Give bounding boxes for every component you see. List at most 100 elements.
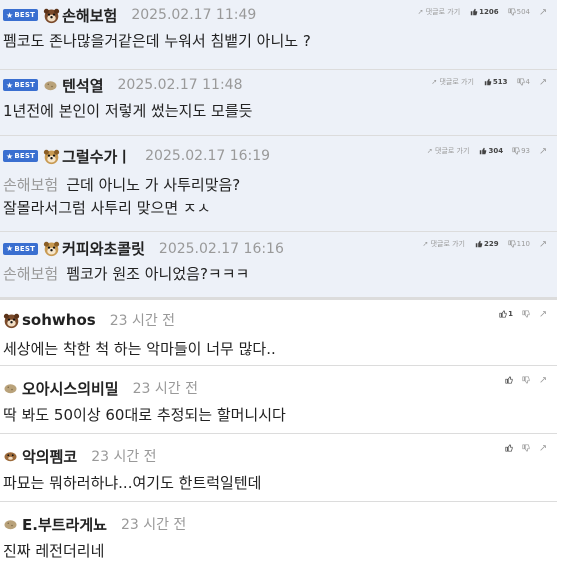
best-badge: ★ BEST bbox=[3, 9, 39, 21]
downvote-count: 93 bbox=[521, 147, 530, 155]
go-to-comment-link[interactable]: ➚ 댓글로 가기 bbox=[418, 7, 461, 17]
thumbs-down-icon[interactable] bbox=[522, 310, 530, 318]
best-badge: ★ BEST bbox=[3, 242, 39, 255]
go-to-comment-link[interactable]: ➚ 댓글로 가기 bbox=[431, 77, 474, 87]
thumbs-down-icon[interactable] bbox=[508, 240, 516, 248]
link-icon[interactable] bbox=[539, 8, 547, 16]
comment-body: 손해보험 펨코가 원조 아니었음?ㅋㅋㅋ bbox=[0, 263, 557, 296]
best-badge: ★ BEST bbox=[3, 150, 39, 162]
comment-body: 진짜 레전더리네 bbox=[0, 540, 557, 573]
comment-date: 2025.02.17 16:16 bbox=[158, 240, 284, 257]
best-comment: ★ BEST 텐석열 2025.02.17 11:48 ➚ 댓글로 가기 513 … bbox=[0, 70, 557, 136]
comment-body: 딱 봐도 50이상 60대로 추정되는 할머니시다 bbox=[0, 404, 557, 437]
comment-text: 파묘는 뭐하러하냐...여기도 한트럭일텐데 bbox=[3, 474, 262, 492]
comment-header: sohwhos 23 시간 전 bbox=[0, 300, 557, 336]
dog-face-icon bbox=[3, 313, 20, 328]
star-icon: ★ bbox=[6, 244, 14, 253]
comment-date: 2025.02.17 11:49 bbox=[131, 7, 257, 23]
upvote-count: 229 bbox=[484, 240, 499, 248]
comment-text: 세상에는 착한 척 하는 악마들이 너무 많다.. bbox=[3, 340, 276, 358]
thumbs-up-icon[interactable] bbox=[499, 310, 507, 318]
thumbs-up-icon[interactable] bbox=[484, 78, 492, 86]
comment-text: 펨코도 존나많을거같은데 누워서 침뱉기 아니노 ? bbox=[3, 32, 311, 50]
comment-header: 오아시스의비밀 23 시간 전 bbox=[0, 366, 557, 404]
comment-text-line: 손해보험 펨코가 원조 아니었음?ㅋㅋㅋ bbox=[3, 265, 250, 283]
thumbs-down-icon[interactable] bbox=[508, 8, 516, 16]
thumbs-up-icon[interactable] bbox=[475, 240, 483, 248]
potato-icon bbox=[4, 384, 17, 394]
comment-date: 23 시간 전 bbox=[91, 449, 157, 465]
comment-date: 23 시간 전 bbox=[109, 313, 176, 329]
star-icon: ★ bbox=[6, 10, 14, 20]
comment: 악의펨코 23 시간 전 파묘는 뭐하러하냐...여기도 한트럭일텐데 bbox=[0, 434, 557, 502]
thumbs-up-icon[interactable] bbox=[479, 147, 487, 155]
comment-nickname[interactable]: 그럴수가ㅣ bbox=[62, 146, 131, 167]
link-icon[interactable] bbox=[539, 78, 547, 86]
thumbs-down-icon[interactable] bbox=[522, 376, 530, 384]
star-icon: ★ bbox=[6, 151, 14, 161]
upvote-count: 1206 bbox=[479, 8, 499, 16]
link-icon[interactable] bbox=[539, 310, 547, 318]
comment-actions: ➚ 댓글로 가기 513 4 bbox=[431, 77, 547, 87]
best-comment: ★ BEST 손해보험 2025.02.17 11:49 ➚ 댓글로 가기 120… bbox=[0, 0, 557, 70]
best-badge: ★ BEST bbox=[3, 79, 39, 91]
comment-text-line: 잘몰라서그럼 사투리 맞으면 ㅈㅅ bbox=[3, 199, 211, 217]
go-to-comment-link[interactable]: ➚ 댓글로 가기 bbox=[427, 146, 470, 156]
comment-text: 진짜 레전더리네 bbox=[3, 542, 105, 560]
downvote-count: 504 bbox=[516, 8, 530, 16]
link-icon[interactable] bbox=[539, 147, 547, 155]
thumbs-down-icon[interactable] bbox=[516, 78, 525, 86]
comment-body: 펨코도 존나많을거같은데 누워서 침뱉기 아니노 ? bbox=[0, 30, 557, 63]
dog-face-icon bbox=[43, 241, 60, 257]
dog-face-icon bbox=[43, 8, 60, 23]
comment-nickname[interactable]: 오아시스의비밀 bbox=[22, 378, 119, 399]
upvote-count: 513 bbox=[492, 78, 508, 86]
link-icon[interactable] bbox=[539, 444, 547, 452]
comment-header: E.부트라게뇨 23 시간 전 bbox=[0, 502, 557, 540]
comment: E.부트라게뇨 23 시간 전 진짜 레전더리네 bbox=[0, 502, 557, 565]
upvote-count: 1 bbox=[508, 310, 513, 318]
comment-date: 2025.02.17 11:48 bbox=[117, 77, 243, 93]
comment-body: 손해보험 근데 아니노 가 사투리맞음? 잘몰라서그럼 사투리 맞으면 ㅈㅅ bbox=[0, 172, 557, 230]
comment-nickname[interactable]: E.부트라게뇨 bbox=[22, 514, 107, 535]
comment: sohwhos 23 시간 전 1 세상에는 착한 척 하는 악마들이 너무 많… bbox=[0, 298, 557, 366]
comment-nickname[interactable]: 손해보험 bbox=[62, 5, 117, 26]
comment-header: 악의펨코 23 시간 전 bbox=[0, 434, 557, 472]
comment-text-line: 손해보험 근데 아니노 가 사투리맞음? bbox=[3, 176, 241, 194]
comment-actions bbox=[505, 444, 547, 452]
downvote-count: 4 bbox=[525, 78, 530, 86]
comment-date: 23 시간 전 bbox=[120, 517, 187, 533]
link-icon[interactable] bbox=[539, 376, 547, 384]
upvote-count: 304 bbox=[488, 147, 504, 155]
link-icon[interactable] bbox=[539, 240, 547, 248]
comment-nickname[interactable]: 텐석열 bbox=[62, 75, 103, 96]
potato-icon bbox=[4, 520, 17, 530]
comment-nickname[interactable]: 악의펨코 bbox=[22, 446, 77, 467]
thumbs-down-icon[interactable] bbox=[512, 147, 520, 155]
comment-body: 1년전에 본인이 저렇게 썼는지도 모를듯 bbox=[0, 100, 557, 133]
comment-text: 딱 봐도 50이상 60대로 추정되는 할머니시다 bbox=[3, 406, 286, 424]
star-icon: ★ bbox=[6, 80, 14, 90]
comment-text: 1년전에 본인이 저렇게 썼는지도 모를듯 bbox=[3, 102, 253, 120]
comment-list: ★ BEST 손해보험 2025.02.17 11:49 ➚ 댓글로 가기 120… bbox=[0, 0, 557, 565]
dog-face-icon bbox=[4, 452, 17, 462]
comment-actions: ➚ 댓글로 가기 1206 504 bbox=[418, 7, 547, 17]
reply-mention[interactable]: 손해보험 bbox=[3, 176, 58, 194]
go-to-comment-link[interactable]: ➚ 댓글로 가기 bbox=[422, 239, 465, 249]
comment-body: 파묘는 뭐하러하냐...여기도 한트럭일텐데 bbox=[0, 472, 557, 505]
comment-actions: ➚ 댓글로 가기 304 93 bbox=[427, 146, 547, 156]
best-comment: ★ BEST 커피와초콜릿 2025.02.17 16:16 ➚ 댓글로 가기 2… bbox=[0, 232, 557, 298]
comment-actions bbox=[505, 376, 547, 384]
thumbs-down-icon[interactable] bbox=[522, 444, 530, 452]
comment-date: 23 시간 전 bbox=[132, 381, 198, 397]
reply-mention[interactable]: 손해보험 bbox=[3, 265, 58, 283]
dog-face-icon bbox=[43, 149, 60, 164]
thumbs-up-icon[interactable] bbox=[505, 444, 513, 452]
thumbs-up-icon[interactable] bbox=[505, 376, 513, 384]
downvote-count: 110 bbox=[516, 240, 530, 248]
comment: 오아시스의비밀 23 시간 전 딱 봐도 50이상 60대로 추정되는 할머니시… bbox=[0, 366, 557, 434]
comment-nickname[interactable]: sohwhos bbox=[22, 311, 96, 329]
thumbs-up-icon[interactable] bbox=[470, 8, 478, 16]
comment-actions: 1 bbox=[499, 310, 547, 318]
comment-nickname[interactable]: 커피와초콜릿 bbox=[62, 238, 145, 259]
